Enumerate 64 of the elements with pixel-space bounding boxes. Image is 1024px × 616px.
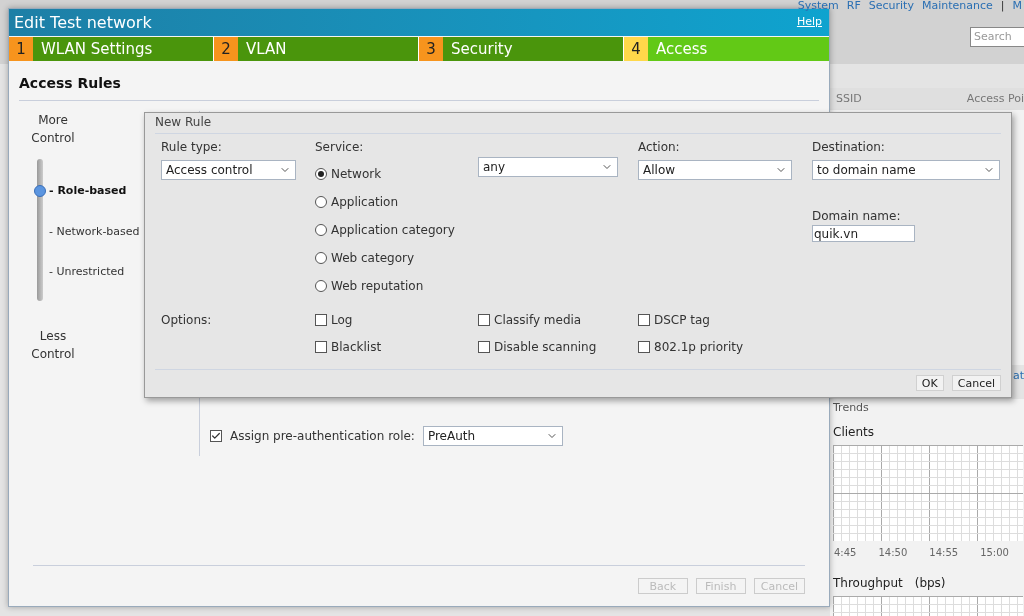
radio-button[interactable]: [315, 168, 327, 180]
checkbox-label: Assign pre-authentication role:: [230, 428, 415, 445]
dropdown[interactable]: Allow: [638, 160, 792, 180]
checkbox-label: DSCP tag: [654, 312, 710, 329]
radio-label: Application category: [331, 222, 455, 239]
slider-top-label: More Control: [30, 112, 76, 147]
checkbox[interactable]: [478, 314, 490, 326]
control-level-option[interactable]: - Network-based: [49, 223, 140, 240]
slider-bottom-label: Less Control: [30, 328, 76, 363]
nav-link[interactable]: Security: [868, 0, 914, 11]
checkbox[interactable]: [638, 314, 650, 326]
radio-label: Application: [331, 194, 399, 211]
radio-label: Network: [331, 166, 382, 183]
dropdown[interactable]: to domain name: [812, 160, 1000, 180]
field-label: Destination:: [812, 139, 886, 156]
field-label: Rule type:: [161, 139, 223, 156]
window-title: Edit Test network: [14, 11, 152, 34]
slider-thumb[interactable]: [34, 185, 46, 197]
column-header: SSID: [836, 90, 862, 107]
section-title: Trends: [833, 400, 870, 416]
radio-button[interactable]: [315, 280, 327, 292]
link-fragment[interactable]: at: [1012, 367, 1024, 385]
chart-unit: (bps): [914, 574, 946, 592]
control-level-option[interactable]: - Unrestricted: [49, 264, 140, 281]
axis-tick-label: 4:45: [834, 545, 857, 560]
dialog-title: New Rule: [155, 113, 1001, 134]
checkbox[interactable]: [478, 341, 490, 353]
axis-tick-label: 15:00: [980, 545, 1009, 560]
nav-link[interactable]: Maintenance: [921, 0, 993, 11]
field-label: Action:: [638, 139, 681, 156]
axis-tick-label: 14:50: [878, 545, 908, 560]
chart-title: Clients: [833, 423, 875, 441]
checkbox-label: Blacklist: [331, 339, 382, 356]
dropdown[interactable]: PreAuth: [422, 426, 563, 446]
field-label: Options:: [161, 312, 213, 329]
dialog-button[interactable]: OK: [915, 375, 944, 391]
search-field[interactable]: Search: [970, 26, 1024, 47]
checkbox-label: Classify media: [494, 312, 582, 329]
radio-button[interactable]: [315, 224, 327, 236]
dropdown[interactable]: any: [478, 157, 618, 177]
nav-separator: |: [1000, 0, 1005, 11]
chart-title: Throughput: [833, 574, 903, 592]
checkbox[interactable]: [315, 341, 327, 353]
section-heading: Access Rules: [19, 61, 819, 101]
nav-link[interactable]: M: [1012, 0, 1022, 11]
dialog-button[interactable]: Cancel: [951, 375, 1001, 391]
checkbox-label: 802.1p priority: [654, 339, 744, 356]
field-label: Service:: [315, 139, 365, 156]
input-field[interactable]: quik.vn: [812, 225, 915, 242]
nav-link[interactable]: RF: [846, 0, 861, 11]
checkbox-label: Log: [331, 312, 353, 329]
control-level-option[interactable]: - Role-based: [49, 183, 140, 200]
radio-button[interactable]: [315, 252, 327, 264]
radio-label: Web category: [331, 250, 414, 267]
radio-button[interactable]: [315, 196, 327, 208]
checkbox[interactable]: [315, 314, 327, 326]
axis-tick-label: 14:55: [929, 545, 959, 560]
checkbox[interactable]: [638, 341, 650, 353]
column-header: Access Poi: [966, 90, 1024, 107]
checkbox-label: Disable scanning: [494, 339, 597, 356]
checkbox[interactable]: [210, 430, 222, 442]
field-label: Domain name:: [812, 208, 902, 225]
dropdown[interactable]: Access control: [161, 160, 296, 180]
radio-label: Web reputation: [331, 278, 424, 295]
